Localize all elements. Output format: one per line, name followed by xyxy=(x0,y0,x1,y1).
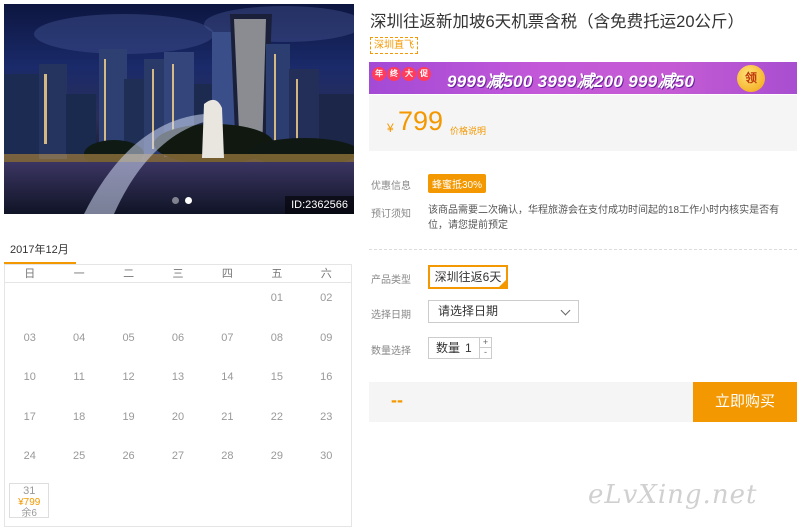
price-box: ¥ 799 价格说明 xyxy=(369,95,797,151)
calendar-day: 28 xyxy=(221,450,234,462)
date-select-value: 请选择日期 xyxy=(438,304,499,318)
offer-label: 优惠信息 xyxy=(371,181,411,192)
image-id-label: ID:2362566 xyxy=(285,196,354,214)
day-stock: 余6 xyxy=(21,507,37,519)
calendar-day: 25 xyxy=(73,450,86,462)
weekday-label: 二 xyxy=(123,268,135,280)
coupon-coin-icon[interactable]: 领 xyxy=(737,65,765,92)
calendar: 日 一 二 三 四 五 六 01 02 03 04 05 06 07 08 09… xyxy=(4,264,352,527)
promo-badge-char: 终 xyxy=(387,67,401,81)
calendar-day: 04 xyxy=(73,331,86,344)
calendar-day: 22 xyxy=(270,410,283,423)
carousel-dots xyxy=(172,197,192,204)
calendar-day: 19 xyxy=(122,410,135,423)
discount-badge: 蜂蜜抵30% xyxy=(428,174,487,193)
product-title: 深圳往返新加坡6天机票含税（含免费托运20公斤） xyxy=(370,13,745,31)
promo-banner[interactable]: 年 终 大 促 9999减500 3999减200 999减50 领 xyxy=(369,62,797,94)
weekday-label: 四 xyxy=(221,268,233,280)
calendar-day: 13 xyxy=(171,371,185,383)
quantity-inner-label: 数量 xyxy=(436,341,461,355)
carousel-dot[interactable] xyxy=(172,197,179,204)
calendar-day: 30 xyxy=(320,450,333,462)
type-label: 产品类型 xyxy=(371,275,411,286)
calendar-day: 18 xyxy=(73,410,86,423)
calendar-day: 26 xyxy=(122,450,135,462)
calendar-day: 01 xyxy=(270,292,283,304)
calendar-day: 27 xyxy=(171,450,185,462)
calendar-grid: 01 02 03 04 05 06 07 08 09 10 11 12 13 1… xyxy=(5,283,351,520)
price-note-link[interactable]: 价格说明 xyxy=(450,124,486,137)
weekday-label: 日 xyxy=(24,268,36,280)
carousel-dot-active[interactable] xyxy=(185,197,192,204)
calendar-day: 03 xyxy=(23,331,36,344)
watermark: eLvXing.net xyxy=(588,480,758,510)
weekday-label: 三 xyxy=(172,268,184,280)
calendar-weekday-header: 日 一 二 三 四 五 六 xyxy=(5,265,351,283)
calendar-day: 08 xyxy=(270,331,283,344)
chevron-down-icon xyxy=(560,305,571,316)
calendar-day: 23 xyxy=(320,410,333,423)
calendar-day-available[interactable]: 31 ¥799 余6 xyxy=(9,482,50,519)
weekday-label: 一 xyxy=(73,268,85,280)
divider xyxy=(369,249,797,250)
promo-badge-char: 大 xyxy=(402,67,416,81)
calendar-day: 10 xyxy=(23,371,36,383)
quantity-value[interactable]: 1 xyxy=(465,338,472,358)
promo-badge: 年 终 大 促 xyxy=(372,67,431,81)
calendar-month-tabs: 2017年12月 xyxy=(4,236,352,264)
price-currency: ¥ xyxy=(387,121,394,135)
total-price: -- xyxy=(391,390,403,410)
calendar-day: 20 xyxy=(171,410,185,423)
day-price: ¥799 xyxy=(18,496,41,508)
calendar-day: 15 xyxy=(270,371,283,383)
calendar-day: 21 xyxy=(221,410,234,423)
date-label: 选择日期 xyxy=(371,310,411,321)
quantity-decrease-button[interactable]: - xyxy=(479,348,491,358)
promo-text: 9999减500 3999减200 999减50 xyxy=(447,72,695,91)
calendar-day: 17 xyxy=(23,410,36,423)
calendar-day: 24 xyxy=(23,450,36,462)
calendar-day xyxy=(153,283,202,323)
calendar-day: 11 xyxy=(73,371,85,383)
calendar-day: 07 xyxy=(221,331,234,344)
calendar-day: 29 xyxy=(270,450,283,462)
calendar-day xyxy=(54,283,103,323)
city-skyline-image xyxy=(4,6,354,214)
calendar-day: 16 xyxy=(320,371,333,383)
calendar-day xyxy=(203,283,252,323)
quantity-label: 数量选择 xyxy=(371,346,411,357)
quantity-stepper[interactable]: 数量 1 + - xyxy=(428,337,492,359)
route-tag: 深圳直飞 xyxy=(370,37,418,54)
calendar-day: 06 xyxy=(171,331,185,344)
calendar-day: 14 xyxy=(221,371,234,383)
tab-month[interactable]: 2017年12月 xyxy=(4,236,76,264)
calendar-day xyxy=(104,283,153,323)
calendar-day: 02 xyxy=(320,292,333,304)
promo-badge-char: 年 xyxy=(372,67,386,81)
promo-badge-char: 促 xyxy=(417,67,431,81)
calendar-day: 09 xyxy=(320,331,333,344)
notice-text: 该商品需要二次确认，华程旅游会在支付成功时间起的18工作小时内核实是否有位，请您… xyxy=(428,205,780,231)
purchase-bar: -- 立即购买 xyxy=(369,382,797,422)
date-select[interactable]: 请选择日期 xyxy=(428,300,579,323)
calendar-day: 12 xyxy=(122,371,135,383)
calendar-day xyxy=(5,283,54,323)
price-value: 799 xyxy=(398,106,444,136)
calendar-day: 05 xyxy=(122,331,135,344)
weekday-label: 五 xyxy=(271,268,283,280)
hero-image[interactable]: ID:2362566 xyxy=(4,4,354,214)
buy-now-button[interactable]: 立即购买 xyxy=(693,382,797,422)
day-number: 31 xyxy=(23,484,36,497)
notice-label: 预订须知 xyxy=(371,209,411,220)
weekday-label: 六 xyxy=(320,268,332,280)
product-type-option[interactable]: 深圳往返6天 xyxy=(428,265,508,289)
